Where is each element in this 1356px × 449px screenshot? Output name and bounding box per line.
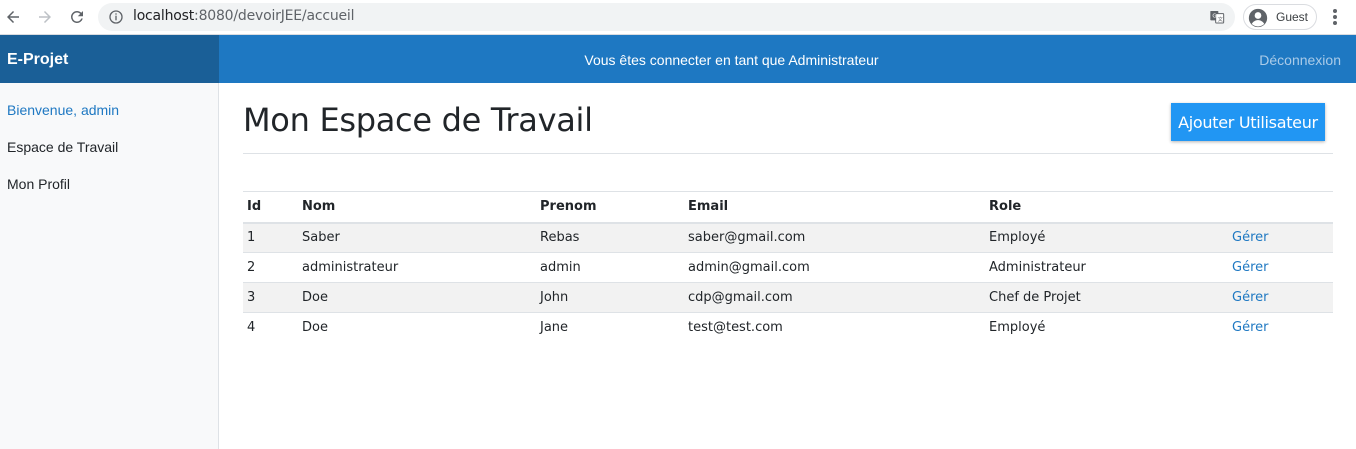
login-status: Vous êtes connecter en tant que Administ… bbox=[584, 52, 879, 68]
brand-logo[interactable]: E-Projet bbox=[0, 35, 219, 83]
table-row: 2 administrateur admin admin@gmail.com A… bbox=[243, 252, 1333, 283]
sidebar-item-welcome[interactable]: Bienvenue, admin bbox=[7, 102, 119, 118]
cell-id: 1 bbox=[243, 222, 298, 253]
cell-id: 4 bbox=[243, 312, 298, 343]
sidebar-item-profile[interactable]: Mon Profil bbox=[7, 176, 70, 192]
menu-dots-icon[interactable] bbox=[1326, 7, 1344, 27]
back-arrow-icon[interactable] bbox=[1, 5, 25, 29]
cell-role: Employé bbox=[985, 222, 1228, 253]
cell-prenom: John bbox=[536, 282, 684, 313]
avatar-icon bbox=[1248, 8, 1268, 28]
table-row: 3 Doe John cdp@gmail.com Chef de Projet … bbox=[243, 282, 1333, 313]
profile-button[interactable]: Guest bbox=[1243, 4, 1317, 30]
info-icon[interactable] bbox=[108, 9, 124, 25]
page-title: Mon Espace de Travail bbox=[243, 101, 593, 139]
manage-link[interactable]: Gérer bbox=[1228, 282, 1333, 313]
table-header-row: Id Nom Prenom Email Role bbox=[243, 191, 1333, 224]
column-header-action bbox=[1228, 191, 1333, 224]
url-host: localhost bbox=[133, 8, 195, 24]
users-table: Id Nom Prenom Email Role 1 Saber Rebas s… bbox=[243, 191, 1333, 343]
profile-label: Guest bbox=[1276, 10, 1309, 24]
translate-icon[interactable]: G文 bbox=[1209, 9, 1225, 25]
column-header-nom: Nom bbox=[298, 191, 536, 224]
cell-role: Administrateur bbox=[985, 252, 1228, 283]
cell-email: saber@gmail.com bbox=[684, 222, 985, 253]
url-path: :8080/devoirJEE/accueil bbox=[194, 8, 355, 24]
manage-link[interactable]: Gérer bbox=[1228, 222, 1333, 253]
forward-arrow-icon[interactable] bbox=[33, 5, 57, 29]
url-text: localhost:8080/devoirJEE/accueil bbox=[133, 8, 354, 24]
sidebar: Bienvenue, admin Espace de Travail Mon P… bbox=[0, 83, 219, 449]
manage-link[interactable]: Gérer bbox=[1228, 312, 1333, 343]
column-header-email: Email bbox=[684, 191, 985, 224]
column-header-id: Id bbox=[243, 191, 298, 224]
sidebar-item-workspace[interactable]: Espace de Travail bbox=[7, 139, 118, 155]
table-row: 1 Saber Rebas saber@gmail.com Employé Gé… bbox=[243, 222, 1333, 253]
top-navbar: E-Projet Vous êtes connecter en tant que… bbox=[0, 35, 1356, 83]
cell-id: 2 bbox=[243, 252, 298, 283]
add-user-button[interactable]: Ajouter Utilisateur bbox=[1171, 103, 1325, 141]
cell-email: admin@gmail.com bbox=[684, 252, 985, 283]
address-bar[interactable]: localhost:8080/devoirJEE/accueil G文 bbox=[98, 3, 1235, 31]
cell-role: Employé bbox=[985, 312, 1228, 343]
cell-email: cdp@gmail.com bbox=[684, 282, 985, 313]
cell-nom: Doe bbox=[298, 312, 536, 343]
cell-nom: Doe bbox=[298, 282, 536, 313]
reload-icon[interactable] bbox=[65, 5, 89, 29]
column-header-role: Role bbox=[985, 191, 1228, 224]
cell-prenom: admin bbox=[536, 252, 684, 283]
cell-prenom: Jane bbox=[536, 312, 684, 343]
cell-email: test@test.com bbox=[684, 312, 985, 343]
manage-link[interactable]: Gérer bbox=[1228, 252, 1333, 283]
table-row: 4 Doe Jane test@test.com Employé Gérer bbox=[243, 312, 1333, 343]
browser-toolbar: localhost:8080/devoirJEE/accueil G文 Gues… bbox=[0, 0, 1356, 35]
divider bbox=[243, 153, 1333, 154]
cell-prenom: Rebas bbox=[536, 222, 684, 253]
column-header-prenom: Prenom bbox=[536, 191, 684, 224]
cell-id: 3 bbox=[243, 282, 298, 313]
cell-nom: administrateur bbox=[298, 252, 536, 283]
cell-nom: Saber bbox=[298, 222, 536, 253]
logout-link[interactable]: Déconnexion bbox=[1259, 52, 1341, 68]
cell-role: Chef de Projet bbox=[985, 282, 1228, 313]
svg-text:G: G bbox=[1212, 14, 1216, 20]
